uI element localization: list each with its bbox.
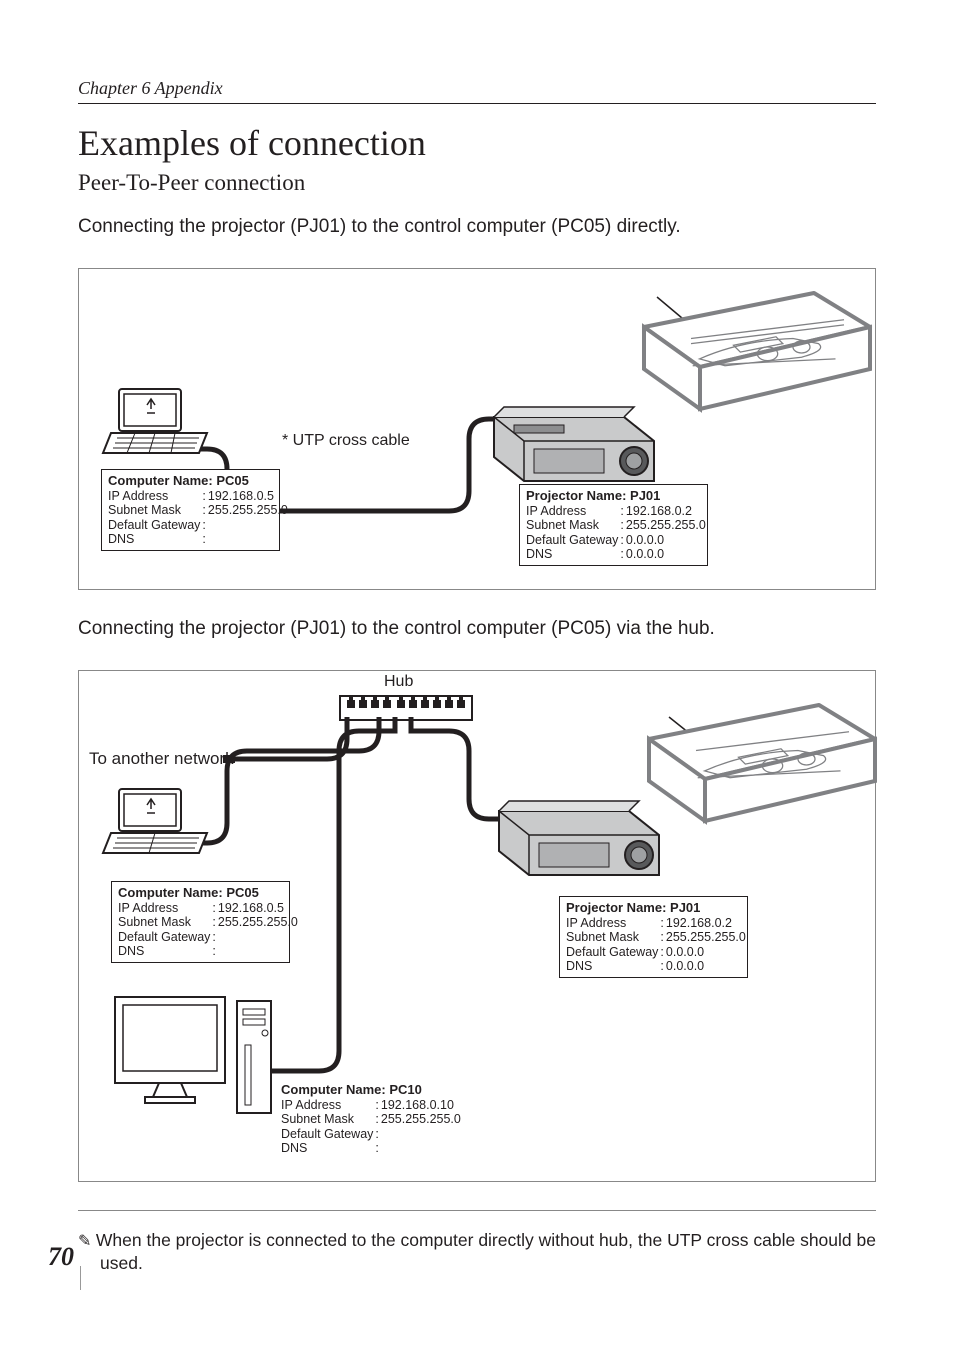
page-subtitle: Peer-To-Peer connection: [78, 170, 876, 196]
footnote-rule: [78, 1210, 876, 1211]
pj01-title: Projector Name: PJ01: [526, 489, 701, 504]
infobox-pj01: Projector Name: PJ01 IP Address:192.168.…: [519, 484, 708, 566]
page-number: 70: [48, 1242, 74, 1272]
infobox-pj01-2: Projector Name: PJ01 IP Address:192.168.…: [559, 896, 748, 978]
infobox-pc05-2: Computer Name: PC05 IP Address:192.168.0…: [111, 881, 290, 963]
infobox-pc05: Computer Name: PC05 IP Address:192.168.0…: [101, 469, 280, 551]
chapter-header: Chapter 6 Appendix: [78, 78, 876, 104]
to-network-label: To another network: [89, 749, 234, 769]
pencil-icon: ✎: [78, 1233, 96, 1250]
figure-via-hub: Hub To another network: [78, 670, 876, 1182]
projection-screen-icon-2: [639, 699, 849, 834]
page-title: Examples of connection: [78, 122, 876, 164]
infobox-pc10: Computer Name: PC10 IP Address:192.168.0…: [275, 1079, 467, 1159]
cable-label: * UTP cross cable: [282, 432, 410, 450]
intro-text-2: Connecting the projector (PJ01) to the c…: [78, 618, 876, 640]
laptop-icon-2: [99, 787, 219, 857]
footnote: ✎ When the projector is connected to the…: [78, 1229, 876, 1276]
desktop-icon: [109, 991, 289, 1136]
projector-icon-2: [479, 771, 649, 896]
page-tick: [80, 1266, 81, 1290]
intro-text-1: Connecting the projector (PJ01) to the c…: [78, 216, 876, 238]
projection-screen-icon: [634, 287, 844, 422]
pc05-title: Computer Name: PC05: [108, 474, 273, 489]
figure-peer-to-peer: * UTP cross cable Computer Name: PC05 IP…: [78, 268, 876, 590]
laptop-icon: [99, 387, 219, 457]
